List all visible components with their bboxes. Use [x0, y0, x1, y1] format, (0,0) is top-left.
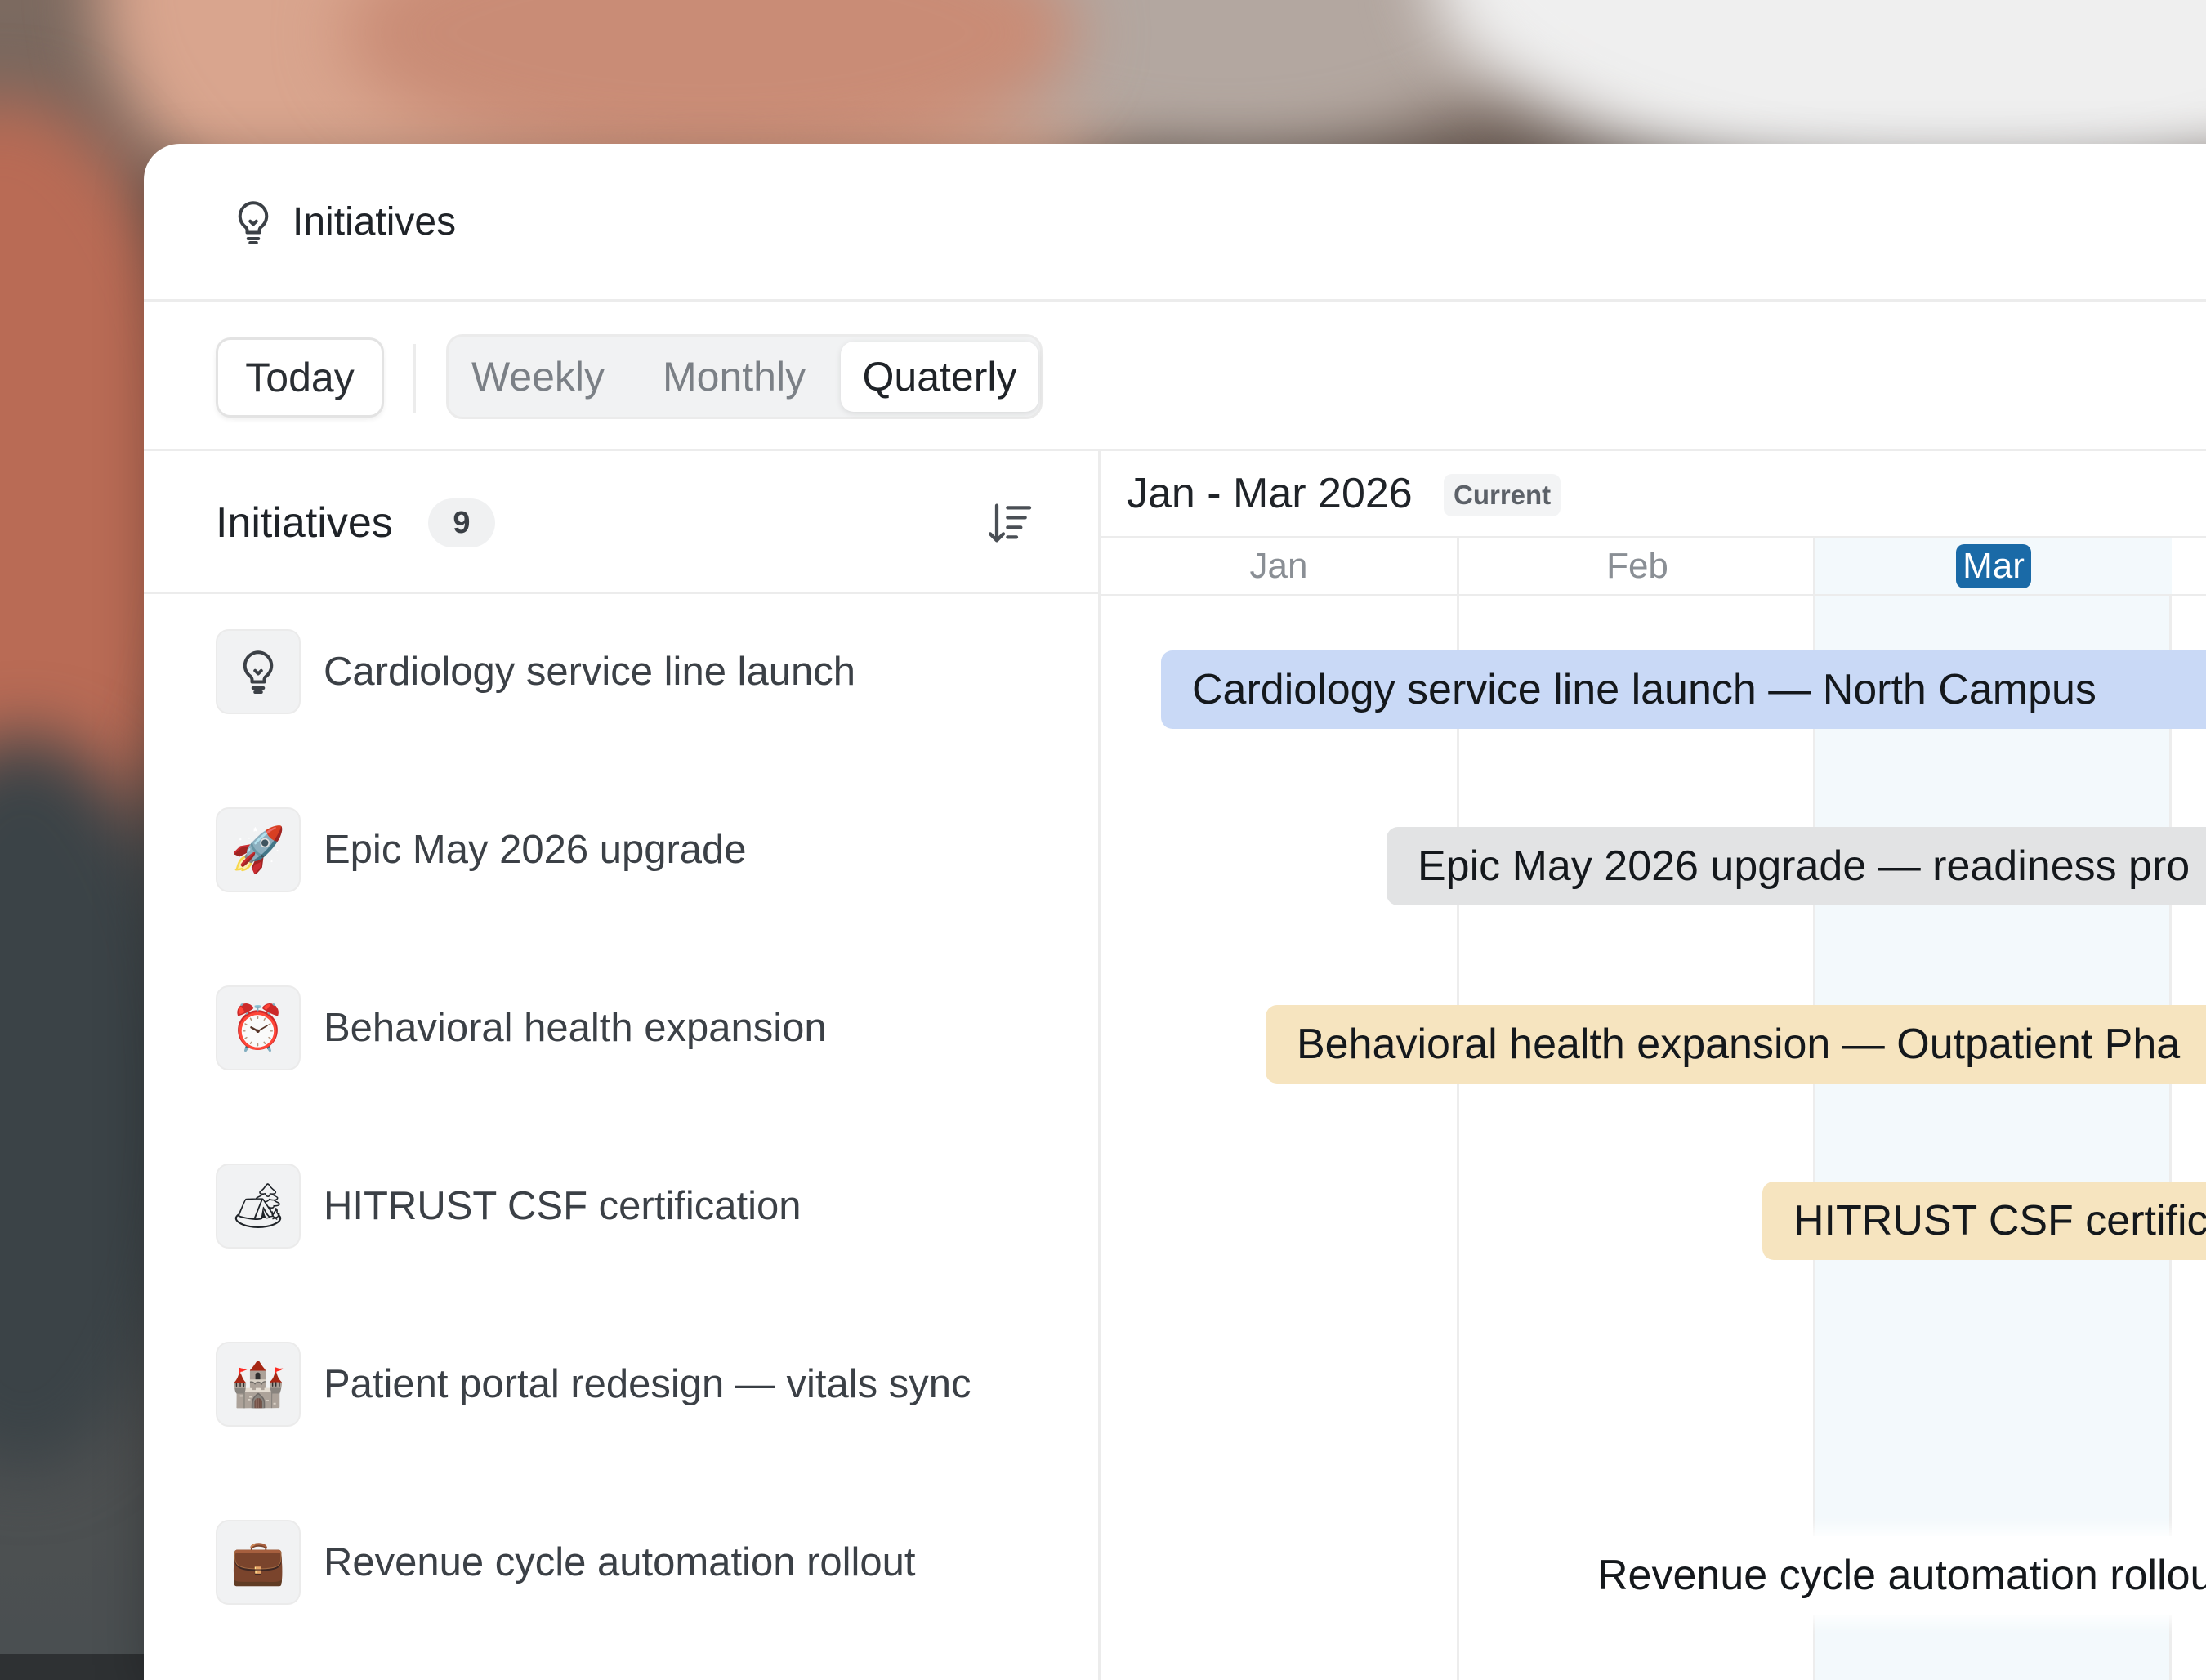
- quarter-label: Jan - Mar 2026: [1127, 470, 1413, 517]
- timeline-bar[interactable]: Epic May 2026 upgrade — readiness pro: [1387, 827, 2206, 905]
- list-item-label: HITRUST CSF certification: [324, 1184, 802, 1228]
- list-item[interactable]: 🏕 HITRUST CSF certification: [144, 1164, 1098, 1342]
- suitcase-icon: 💼: [216, 1520, 301, 1605]
- timeline-bar[interactable]: HITRUST CSF certific: [1762, 1182, 2206, 1260]
- grid-line: [1813, 596, 1815, 1680]
- today-button[interactable]: Today: [216, 337, 384, 418]
- content-area: Initiatives 9 Cardiology service line la…: [144, 451, 2206, 1680]
- month-jan: Jan: [1249, 546, 1308, 586]
- timeline-bar[interactable]: Revenue cycle automation rollou: [1566, 1536, 2206, 1615]
- initiatives-window: Initiatives Today Weekly Monthly Quaterl…: [144, 144, 2206, 1680]
- timeline-bar[interactable]: Behavioral health expansion — Outpatient…: [1266, 1005, 2206, 1084]
- grid-line: [1457, 596, 1459, 1680]
- timeline-bar[interactable]: Cardiology service line launch — North C…: [1161, 650, 2206, 729]
- list-item-label: Revenue cycle automation rollout: [324, 1540, 916, 1584]
- count-badge: 9: [428, 498, 495, 547]
- lightbulb-icon: [238, 201, 269, 244]
- title-bar: Initiatives: [144, 144, 2206, 302]
- rocket-icon: 🚀: [216, 807, 301, 892]
- initiatives-list: Initiatives 9 Cardiology service line la…: [144, 451, 1101, 1680]
- toolbar-divider: [413, 344, 416, 413]
- month-feb: Feb: [1457, 538, 1815, 594]
- list-item-label: Behavioral health expansion: [324, 1006, 827, 1050]
- view-option-monthly[interactable]: Monthly: [663, 337, 806, 417]
- month-mar: Mar: [1813, 538, 2172, 594]
- list-item[interactable]: Cardiology service line launch: [144, 629, 1098, 807]
- current-month-pill: Mar: [1956, 544, 2031, 588]
- month-header: Jan Feb Mar: [1101, 538, 2206, 596]
- current-badge: Current: [1444, 474, 1561, 516]
- alarm-clock-icon: ⏰: [216, 985, 301, 1070]
- list-item-label: Cardiology service line launch: [324, 650, 855, 694]
- list-item-label: Patient portal redesign — vitals sync: [324, 1362, 971, 1406]
- castle-icon: 🏰: [216, 1342, 301, 1427]
- tent-icon: 🏕: [216, 1164, 301, 1249]
- lightbulb-icon: [216, 629, 301, 714]
- timeline: Jan - Mar 2026 Current A Jan Feb Mar Car…: [1101, 451, 2206, 1680]
- view-option-quarterly[interactable]: Quaterly: [841, 342, 1038, 412]
- grid-line: [2169, 596, 2172, 1680]
- list-item[interactable]: ⏰ Behavioral health expansion: [144, 985, 1098, 1164]
- page-title: Initiatives: [292, 200, 457, 244]
- view-option-weekly[interactable]: Weekly: [471, 337, 605, 417]
- list-header: Initiatives 9: [144, 451, 1098, 594]
- quarter-header: Jan - Mar 2026 Current A: [1101, 451, 2206, 538]
- sort-descending-icon[interactable]: [984, 497, 1036, 549]
- list-item[interactable]: 🏰 Patient portal redesign — vitals sync: [144, 1342, 1098, 1520]
- list-title: Initiatives: [216, 499, 393, 547]
- list-item-label: Epic May 2026 upgrade: [324, 828, 747, 872]
- list-item[interactable]: 🚀 Epic May 2026 upgrade: [144, 807, 1098, 985]
- current-month-column: [1813, 596, 2169, 1680]
- view-toolbar: Today Weekly Monthly Quaterly: [144, 302, 2206, 451]
- list-item[interactable]: 💼 Revenue cycle automation rollout: [144, 1520, 1098, 1680]
- view-switcher: Weekly Monthly Quaterly: [446, 334, 1043, 419]
